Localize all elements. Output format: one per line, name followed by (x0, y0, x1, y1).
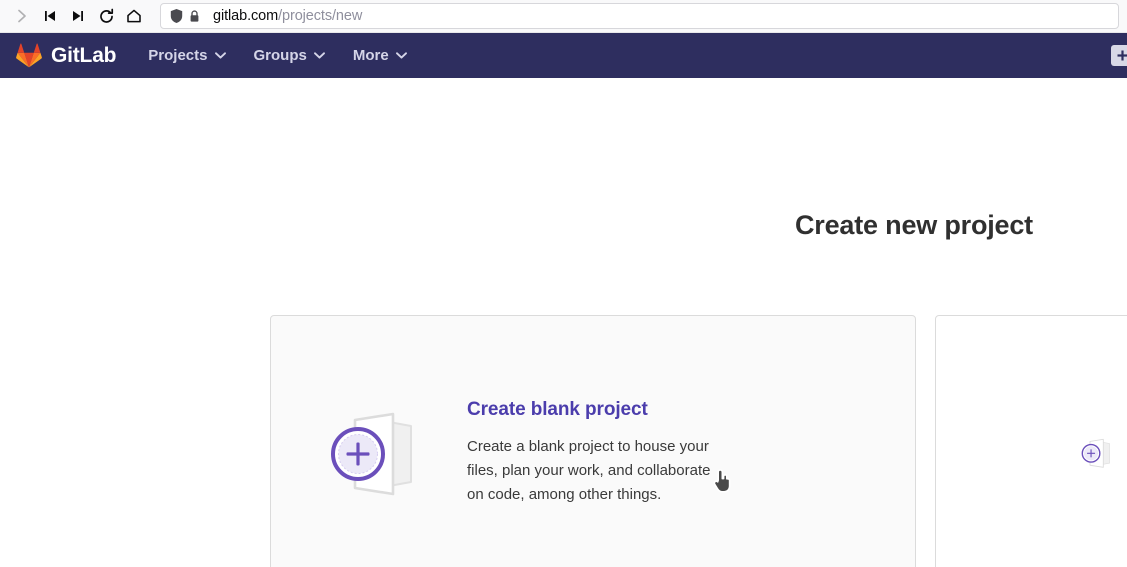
gitlab-navbar: GitLab Projects Groups More (0, 33, 1127, 78)
forward-chevron-icon[interactable] (8, 2, 36, 30)
lock-icon[interactable] (188, 9, 201, 24)
skip-back-icon[interactable] (36, 2, 64, 30)
home-icon[interactable] (120, 2, 148, 30)
browser-toolbar: gitlab.com/projects/new (0, 0, 1127, 33)
reload-icon[interactable] (92, 2, 120, 30)
gitlab-brand-text: GitLab (51, 43, 117, 67)
plus-icon (1117, 50, 1127, 61)
gitlab-brand-link[interactable]: GitLab (16, 43, 116, 68)
url-host: gitlab.com (213, 8, 279, 24)
card-create-blank-project[interactable]: Create blank project Create a blank proj… (270, 315, 916, 567)
nav-item-projects-label: Projects (148, 47, 208, 64)
card-heading: Create blank project (467, 399, 648, 420)
chevron-down-icon (313, 52, 325, 59)
chevron-down-icon (395, 52, 407, 59)
nav-item-groups-label: Groups (253, 47, 307, 64)
card-create-from-template[interactable] (935, 315, 1127, 567)
skip-forward-icon[interactable] (64, 2, 92, 30)
card-description: Create a blank project to house your fil… (467, 438, 711, 503)
create-from-template-plus-illustration (958, 398, 1118, 508)
nav-item-projects[interactable]: Projects (148, 47, 226, 64)
new-item-button[interactable] (1111, 45, 1127, 66)
url-path: /projects/new (278, 8, 363, 24)
nav-item-groups[interactable]: Groups (254, 47, 325, 64)
url-text: gitlab.com/projects/new (213, 8, 362, 24)
blank-project-plus-illustration (295, 398, 455, 508)
address-bar[interactable]: gitlab.com/projects/new (160, 3, 1119, 29)
shield-icon[interactable] (169, 8, 184, 24)
chevron-down-icon (214, 52, 226, 59)
nav-item-more[interactable]: More (353, 47, 407, 64)
nav-item-more-label: More (352, 47, 389, 64)
page-title: Create new project (795, 210, 1033, 240)
gitlab-tanuki-logo-icon (16, 43, 42, 68)
page-content: Create new project Create blank project … (0, 78, 1127, 567)
